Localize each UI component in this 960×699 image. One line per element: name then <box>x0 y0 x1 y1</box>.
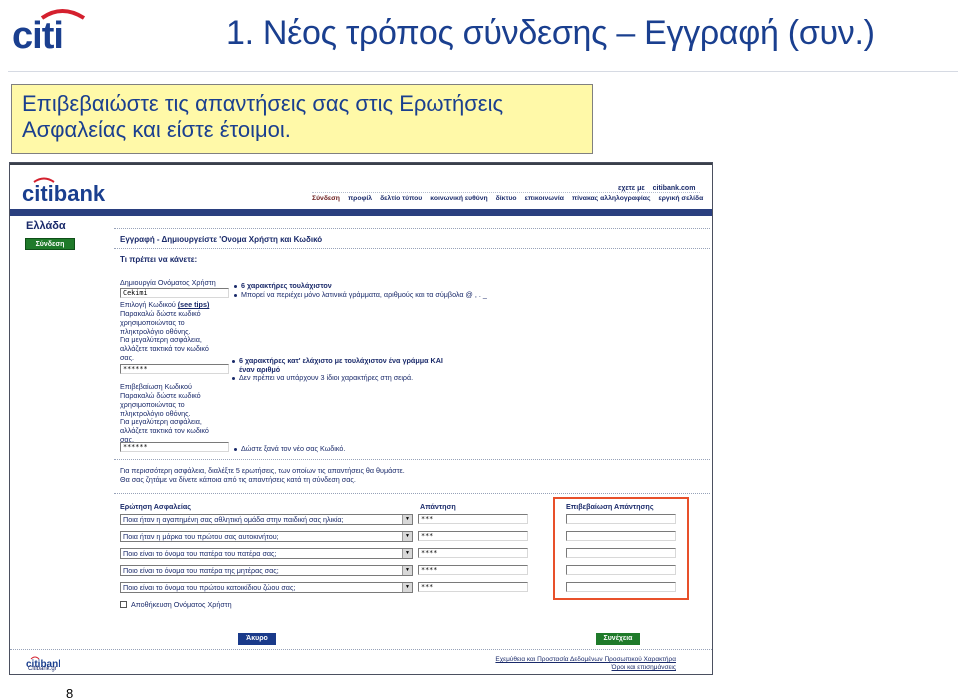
security-question-select[interactable]: Ποιο είναι το όνομα του πατέρα του πατέρ… <box>120 548 413 559</box>
header-bar <box>10 209 712 216</box>
save-username-row[interactable]: Αποθήκευση Ονόματος Χρήστη <box>120 600 232 609</box>
security-answer-input[interactable]: *** <box>418 514 528 524</box>
section-divider <box>114 459 710 460</box>
password-input[interactable]: ****** <box>120 364 229 374</box>
screenshot-top-line <box>10 163 712 165</box>
nav-item-careers[interactable]: εργική σελίδα <box>658 195 703 202</box>
dropdown-arrow-icon[interactable]: ▼ <box>402 549 412 558</box>
username-hint-2: Μπορεί να περιέχει μόνο λατινικά γράμματ… <box>234 290 487 300</box>
confirm-password-help: Παρακαλώ δώστε κωδικό χρησιμοποιώντας το… <box>120 391 209 444</box>
question-column-header: Ερώτηση Ασφαλείας <box>120 502 191 511</box>
bullet-icon <box>232 359 235 363</box>
security-question-select[interactable]: Ποια ήταν η μάρκα του πρώτου σας αυτοκιν… <box>120 531 413 542</box>
security-intro: Για περισσότερη ασφάλεια, διαλέξτε 5 ερω… <box>120 466 405 484</box>
bullet-icon <box>234 293 237 297</box>
security-answer-input[interactable]: *** <box>418 582 528 592</box>
password-hint-2: Δεν πρέπει να υπάρχουν 3 ίδιοι χαρακτήρε… <box>232 373 413 383</box>
citi-logo: citi <box>12 9 86 50</box>
callout-note: Επιβεβαιώστε τις απαντήσεις σας στις Ερω… <box>11 84 593 154</box>
footer-link-privacy[interactable]: Εχεμύθεια και Προστασία Δεδομένων Προσωπ… <box>466 656 676 664</box>
footer-link-terms[interactable]: Όροι και επισημάνσεις <box>466 664 676 672</box>
country-label: Ελλάδα <box>26 220 66 232</box>
confirm-password-input[interactable]: ****** <box>120 442 229 452</box>
security-answer-input[interactable]: **** <box>418 565 528 575</box>
dropdown-arrow-icon[interactable]: ▼ <box>402 583 412 592</box>
security-answer-input[interactable]: *** <box>418 531 528 541</box>
main-nav: Σύνδεση προφίλ δελτίο τύπου κοινωνική ευ… <box>312 192 703 204</box>
slide-title: 1. Νέος τρόπος σύνδεσης – Εγγραφή (συν.) <box>226 14 875 52</box>
save-username-checkbox[interactable] <box>120 601 127 608</box>
bullet-icon <box>232 376 235 380</box>
top-links: εχετε με citibank.com <box>618 185 701 192</box>
security-question-select[interactable]: Ποια ήταν η αγαπημένη σας αθλητική ομάδα… <box>120 514 413 525</box>
nav-item-csr[interactable]: κοινωνική ευθύνη <box>430 195 487 202</box>
confirm-password-hint: Δώστε ξανά τον νέο σας Κωδικό. <box>234 444 345 454</box>
username-input[interactable]: Cekimi <box>120 288 229 298</box>
registration-screenshot: citibank εχετε με citibank.com Σύνδεση π… <box>9 162 713 675</box>
security-question-select[interactable]: Ποιο είναι το όνομα του πρώτου κατοικίδι… <box>120 582 413 593</box>
top-link[interactable]: εχετε με <box>618 185 645 192</box>
nav-item-network[interactable]: δίκτυο <box>496 195 517 202</box>
title-divider <box>8 71 958 72</box>
citibank-logo-text: citibank <box>22 181 106 203</box>
page-heading: Εγγραφή - Δημιουργείστε 'Ονομα Χρήστη κα… <box>120 235 323 244</box>
footer-links: Εχεμύθεια και Προστασία Δεδομένων Προσωπ… <box>466 656 676 672</box>
bullet-icon <box>234 447 237 451</box>
security-answer-input[interactable]: **** <box>418 548 528 558</box>
citibank-logo: citibank <box>22 177 106 203</box>
dropdown-arrow-icon[interactable]: ▼ <box>402 515 412 524</box>
nav-item-mail[interactable]: πίνακας αλληλογραφίας <box>572 195 651 202</box>
nav-item-login[interactable]: Σύνδεση <box>312 195 340 202</box>
password-help: Παρακαλώ δώστε κωδικό χρησιμοποιώντας το… <box>120 309 209 362</box>
save-username-label: Αποθήκευση Ονόματος Χρήστη <box>131 600 232 609</box>
username-label: Δημιουργία Ονόματος Χρήστη <box>120 278 216 287</box>
sub-heading: Τι πρέπει να κάνετε: <box>120 255 198 264</box>
nav-item-profile[interactable]: προφίλ <box>348 195 372 202</box>
see-tips-link[interactable]: (see tips) <box>178 300 210 309</box>
bullet-icon <box>234 284 237 288</box>
dropdown-arrow-icon[interactable]: ▼ <box>402 532 412 541</box>
cancel-button[interactable]: Άκυρο <box>238 633 276 645</box>
page-number: 8 <box>66 686 74 699</box>
answer-column-header: Απάντηση <box>420 502 456 511</box>
nav-item-press[interactable]: δελτίο τύπου <box>380 195 422 202</box>
continue-button[interactable]: Συνέχεια <box>596 633 640 645</box>
sidebar-login-button[interactable]: Σύνδεση <box>25 238 75 250</box>
top-link[interactable]: citibank.com <box>653 185 696 192</box>
password-label: Επιλογή Κωδικού <box>120 300 176 309</box>
nav-item-contact[interactable]: επικοινωνία <box>525 195 564 202</box>
citi-logo-text: citi <box>12 15 63 50</box>
dropdown-arrow-icon[interactable]: ▼ <box>402 566 412 575</box>
section-divider <box>114 493 710 494</box>
footer-domain: Citibank.gr <box>28 666 57 672</box>
footer-divider <box>10 649 712 650</box>
confirm-answers-highlight <box>553 497 689 600</box>
security-question-select[interactable]: Ποιο είναι το όνομα του πατέρα της μητέρ… <box>120 565 413 576</box>
